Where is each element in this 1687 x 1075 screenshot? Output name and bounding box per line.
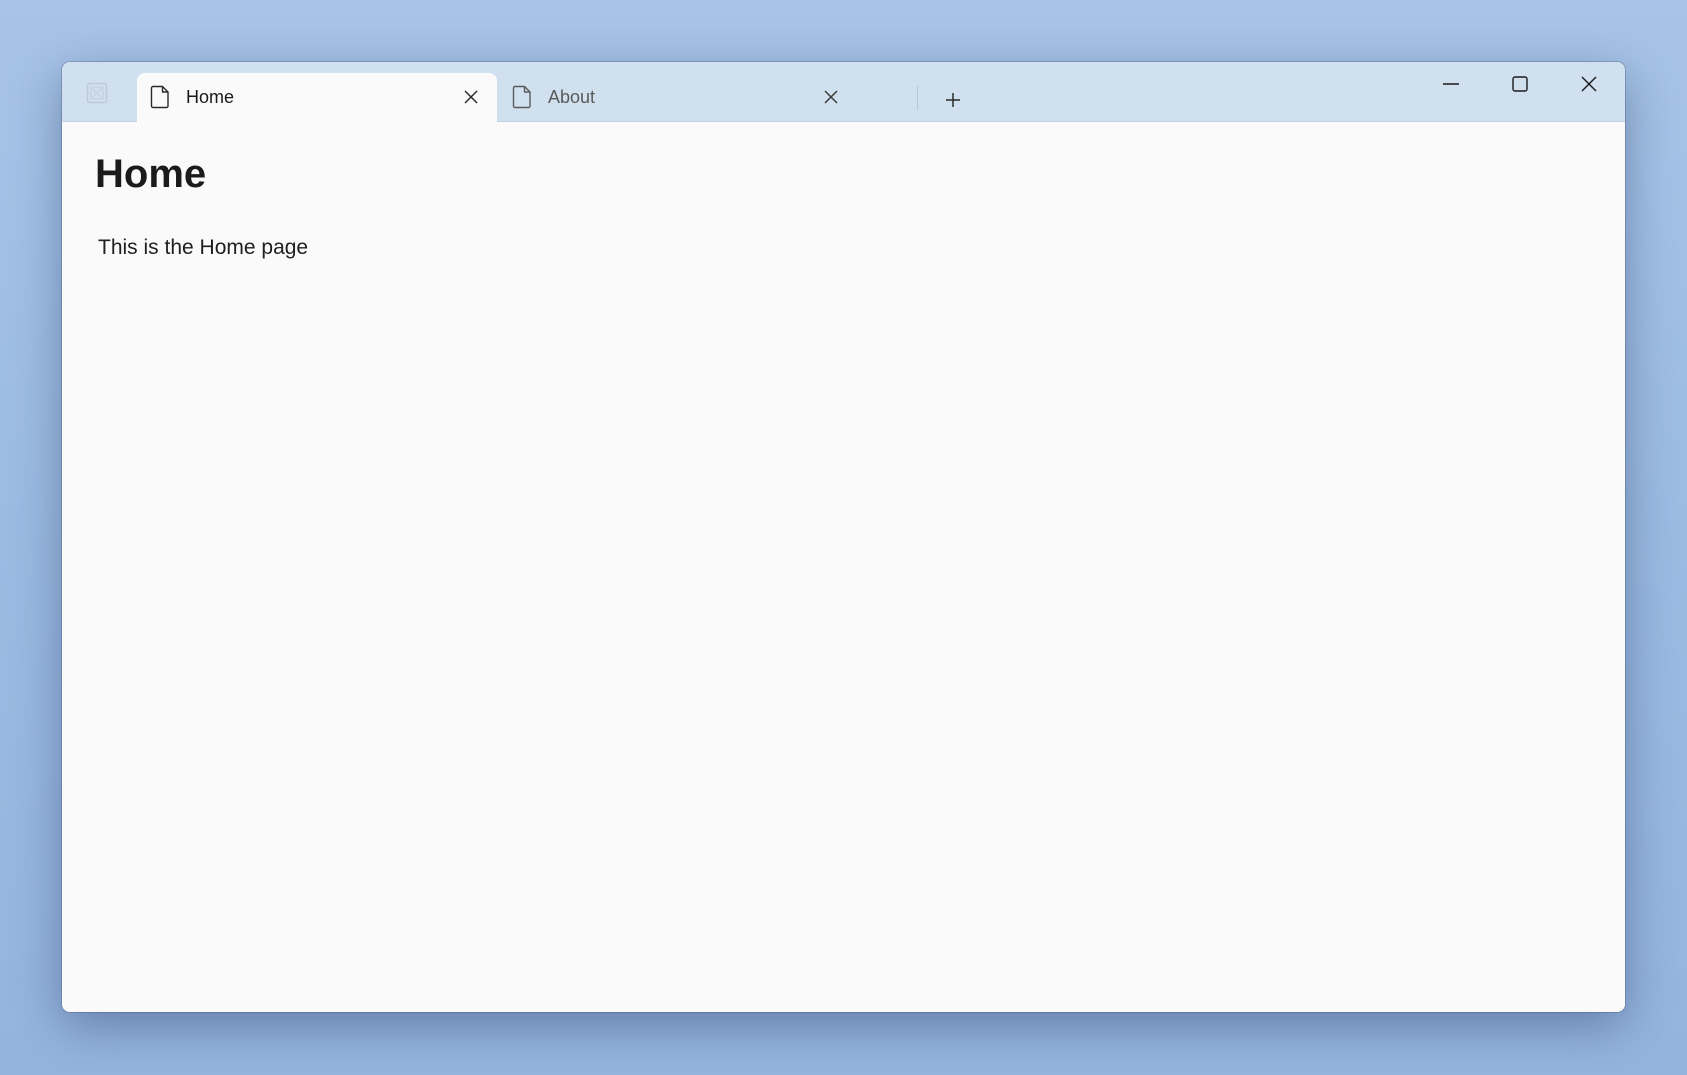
close-window-button[interactable] <box>1558 66 1620 102</box>
maximize-icon <box>1512 76 1528 92</box>
app-icon <box>86 82 108 104</box>
tab-label: About <box>548 87 596 107</box>
tab-home[interactable]: Home <box>137 73 497 122</box>
tab-close-icon[interactable] <box>461 87 481 107</box>
app-window: Home About Home This is the Home page <box>62 62 1625 1012</box>
title-bar[interactable]: Home About <box>62 62 1625 122</box>
document-icon <box>512 85 532 109</box>
tab-label: Home <box>186 87 235 107</box>
maximize-button[interactable] <box>1489 66 1551 102</box>
tab-separator <box>917 86 918 110</box>
document-icon <box>150 85 170 109</box>
tab-about[interactable]: About <box>499 73 857 122</box>
tab-close-icon[interactable] <box>821 87 841 107</box>
minimize-icon <box>1443 83 1459 85</box>
page-content: Home This is the Home page <box>62 122 1625 1012</box>
page-body-text: This is the Home page <box>98 236 309 259</box>
close-icon <box>1581 76 1597 92</box>
page-title: Home <box>95 152 207 196</box>
minimize-button[interactable] <box>1420 66 1482 102</box>
new-tab-button[interactable] <box>935 86 971 114</box>
